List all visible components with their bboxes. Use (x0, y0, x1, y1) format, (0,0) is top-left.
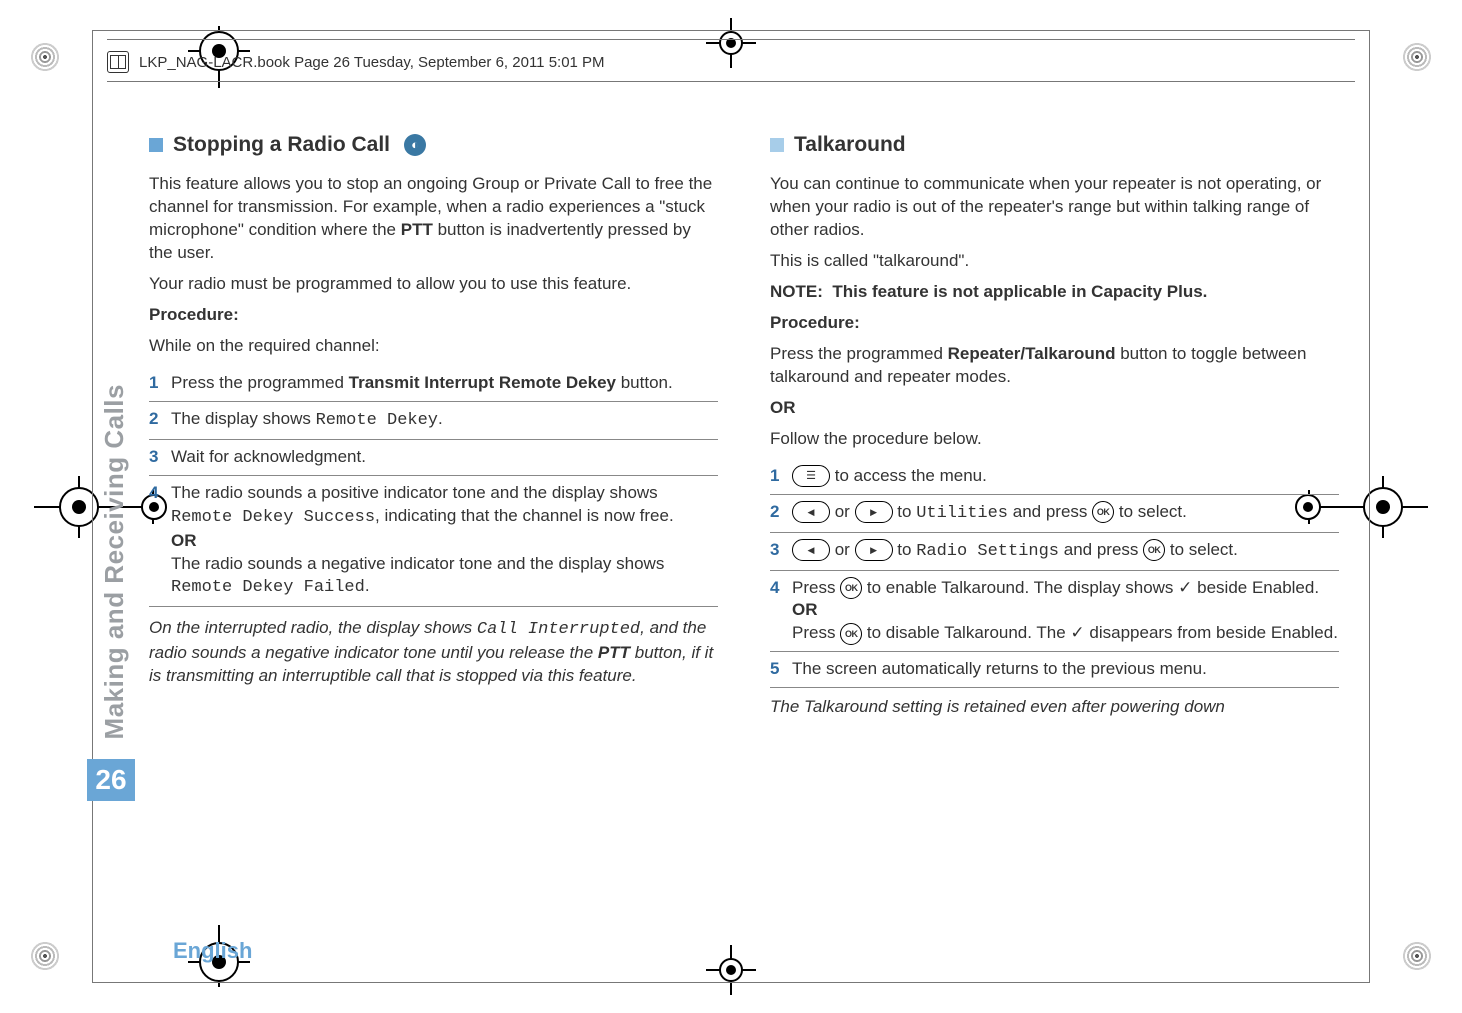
step-number: 1 (770, 465, 779, 488)
spine-registration-icon (1382, 506, 1384, 508)
step-item: 3 or to Radio Settings and press to sele… (770, 533, 1339, 571)
step-number: 2 (149, 408, 158, 431)
left-key-icon (792, 539, 830, 561)
intro-paragraph: You can continue to communicate when you… (770, 173, 1339, 242)
step-item: 4 The radio sounds a positive indicator … (149, 476, 718, 608)
section-heading: Talkaround (770, 131, 1339, 159)
running-head: LKP_NAG-LACR.book Page 26 Tuesday, Septe… (107, 45, 1355, 79)
left-column: Stopping a Radio Call ◐ This feature all… (149, 131, 718, 926)
step-number: 2 (770, 501, 779, 524)
header-rule (107, 39, 1355, 40)
post-note: On the interrupted radio, the display sh… (149, 617, 718, 688)
footer-language: English (173, 938, 252, 964)
intro-paragraph: Your radio must be programmed to allow y… (149, 273, 718, 296)
step-item: 1 Press the programmed Transmit Interrup… (149, 366, 718, 402)
procedure-label: Procedure: (149, 304, 718, 327)
step-number: 5 (770, 658, 779, 681)
procedure-label: Procedure: (770, 312, 1339, 335)
right-key-icon (855, 501, 893, 523)
ok-key-icon (840, 623, 862, 645)
feature-badge-icon: ◐ (404, 134, 426, 156)
step-item: 1 to access the menu. (770, 459, 1339, 495)
step-item: 4 Press to enable Talkaround. The displa… (770, 571, 1339, 653)
ok-key-icon (1092, 501, 1114, 523)
page-number: 26 (87, 759, 135, 801)
step-number: 1 (149, 372, 158, 395)
ok-key-icon (840, 577, 862, 599)
right-key-icon (855, 539, 893, 561)
header-rule (107, 81, 1355, 82)
right-column: Talkaround You can continue to communica… (770, 131, 1339, 926)
print-sheet: LKP_NAG-LACR.book Page 26 Tuesday, Septe… (0, 0, 1462, 1013)
running-head-text: LKP_NAG-LACR.book Page 26 Tuesday, Septe… (139, 54, 605, 71)
crop-radial-icon (1394, 34, 1440, 80)
procedure-steps: 1 Press the programmed Transmit Interrup… (149, 366, 718, 608)
section-title: Making and Receiving Calls (99, 384, 130, 739)
or-label: OR (792, 600, 818, 619)
note: NOTE: This feature is not applicable in … (770, 281, 1339, 304)
spine-registration-icon (78, 506, 80, 508)
step-item: 2 The display shows Remote Dekey. (149, 402, 718, 440)
post-note: The Talkaround setting is retained even … (770, 696, 1339, 719)
step-number: 4 (149, 482, 158, 505)
crop-radial-icon (22, 933, 68, 979)
or-label: OR (770, 397, 1339, 420)
crop-radial-icon (22, 34, 68, 80)
procedure-steps: 1 to access the menu. 2 or to Utilities … (770, 459, 1339, 689)
heading-text: Talkaround (794, 131, 906, 159)
side-tab: Making and Receiving Calls 26 (93, 371, 135, 801)
check-icon: ✓ (1070, 623, 1084, 642)
intro-paragraph: This is called "talkaround". (770, 250, 1339, 273)
heading-bullet-icon (149, 138, 163, 152)
pre-step-text: While on the required channel: (149, 335, 718, 358)
page-frame: LKP_NAG-LACR.book Page 26 Tuesday, Septe… (92, 30, 1370, 983)
step-number: 3 (770, 539, 779, 562)
step-item: 2 or to Utilities and press to select. (770, 495, 1339, 533)
content-area: Stopping a Radio Call ◐ This feature all… (149, 131, 1339, 926)
ok-key-icon (1143, 539, 1165, 561)
left-key-icon (792, 501, 830, 523)
section-heading: Stopping a Radio Call ◐ (149, 131, 718, 159)
step-number: 3 (149, 446, 158, 469)
intro-paragraph: This feature allows you to stop an ongoi… (149, 173, 718, 265)
step-number: 4 (770, 577, 779, 600)
heading-text: Stopping a Radio Call (173, 131, 390, 159)
menu-key-icon (792, 465, 830, 487)
book-icon (107, 51, 129, 73)
or-label: OR (171, 531, 197, 550)
check-icon: ✓ (1178, 578, 1192, 597)
crop-radial-icon (1394, 933, 1440, 979)
step-item: 5 The screen automatically returns to th… (770, 652, 1339, 688)
heading-bullet-icon (770, 138, 784, 152)
pre-step-text: Follow the procedure below. (770, 428, 1339, 451)
pre-step-text: Press the programmed Repeater/Talkaround… (770, 343, 1339, 389)
step-item: 3 Wait for acknowledgment. (149, 440, 718, 476)
